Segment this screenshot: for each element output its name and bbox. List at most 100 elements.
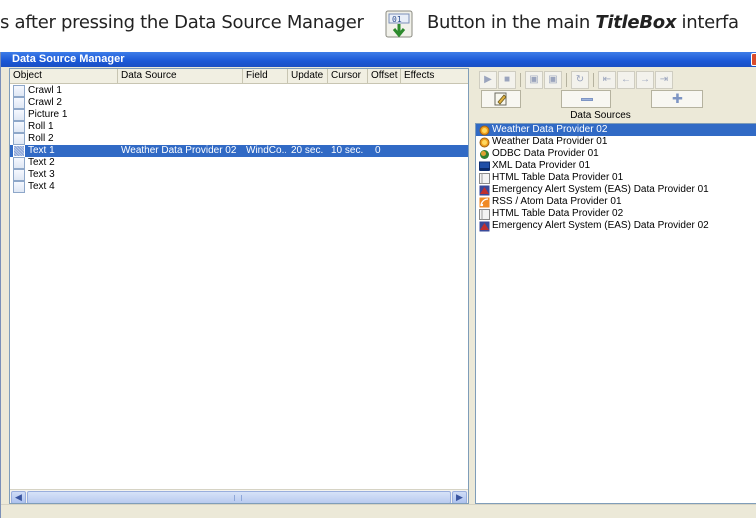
data-source-label: HTML Table Data Provider 01 <box>492 172 624 183</box>
data-source-item[interactable]: Emergency Alert System (EAS) Data Provid… <box>476 184 756 196</box>
data-source-item[interactable]: ODBC Data Provider 01 <box>476 148 756 160</box>
last-icon[interactable]: ⇥ <box>655 71 673 89</box>
data-source-manager-window: Data Source Manager Object Data Source F… <box>0 52 756 518</box>
html-table-icon <box>479 209 490 220</box>
row-checkbox[interactable] <box>13 145 25 157</box>
window-titlebar[interactable]: Data Source Manager <box>1 52 756 67</box>
scroll-right-icon[interactable]: ▶ <box>452 491 467 503</box>
data-source-label: RSS / Atom Data Provider 01 <box>492 196 622 207</box>
previous-icon[interactable]: ← <box>617 71 635 89</box>
data-sources-pane: ▶ ■ ▣ ▣ ↻ ⇤ ← → ⇥ ✚ Data Sources Weather… <box>473 68 756 504</box>
column-header-data-source[interactable]: Data Source <box>118 69 243 84</box>
table-row[interactable]: Text 2 <box>10 157 468 169</box>
caption-text-end: Button in the main TitleBox interfa <box>427 12 739 33</box>
cell-object: Roll 2 <box>28 133 54 144</box>
row-checkbox[interactable] <box>13 85 25 97</box>
table-row[interactable]: Crawl 2 <box>10 97 468 109</box>
data-source-item[interactable]: Emergency Alert System (EAS) Data Provid… <box>476 220 756 232</box>
objects-table: Object Data Source Field Update Cursor O… <box>9 68 469 504</box>
next-icon[interactable]: → <box>636 71 654 89</box>
minus-icon <box>581 98 593 101</box>
alert-icon <box>479 185 490 196</box>
column-header-cursor[interactable]: Cursor <box>328 69 368 84</box>
row-checkbox[interactable] <box>13 157 25 169</box>
cell-field: WindCo... <box>246 145 286 156</box>
data-source-manager-icon: 01 <box>385 10 413 38</box>
toolbar-separator <box>520 73 521 87</box>
first-icon[interactable]: ⇤ <box>598 71 616 89</box>
row-checkbox[interactable] <box>13 97 25 109</box>
scroll-grip <box>234 495 242 501</box>
table-row[interactable]: Text 4 <box>10 181 468 193</box>
cell-object: Picture 1 <box>28 109 68 120</box>
table-header: Object Data Source Field Update Cursor O… <box>10 69 468 84</box>
status-bar <box>1 504 756 518</box>
play-icon[interactable]: ▶ <box>479 71 497 89</box>
caption-text-start: s after pressing the Data Source Manager <box>0 12 364 33</box>
table-row[interactable]: Text 3 <box>10 169 468 181</box>
add-source-button[interactable]: ✚ <box>651 90 703 108</box>
column-header-field[interactable]: Field <box>243 69 288 84</box>
data-source-item[interactable]: RSS / Atom Data Provider 01 <box>476 196 756 208</box>
cell-cursor: 10 sec. <box>331 145 364 156</box>
row-checkbox[interactable] <box>13 133 25 145</box>
data-source-label: Weather Data Provider 01 <box>492 136 608 147</box>
cell-object: Crawl 2 <box>28 97 62 108</box>
table-row[interactable]: Roll 1 <box>10 121 468 133</box>
column-header-update[interactable]: Update <box>288 69 328 84</box>
html-table-icon <box>479 173 490 184</box>
table-row[interactable]: Picture 1 <box>10 109 468 121</box>
database-icon <box>480 150 489 159</box>
remove-source-button[interactable] <box>561 90 611 108</box>
column-header-object[interactable]: Object <box>10 69 118 84</box>
table-row[interactable]: Crawl 1 <box>10 85 468 97</box>
data-sources-list: Weather Data Provider 02 Weather Data Pro… <box>475 123 756 504</box>
column-header-offset[interactable]: Offset <box>368 69 401 84</box>
data-source-label: Emergency Alert System (EAS) Data Provid… <box>492 220 709 231</box>
toolbar-separator <box>593 73 594 87</box>
row-checkbox[interactable] <box>13 109 25 121</box>
cell-object: Text 4 <box>28 181 55 192</box>
data-source-label: Weather Data Provider 02 <box>492 124 608 135</box>
stop-icon[interactable]: ■ <box>498 71 516 89</box>
table-row[interactable]: Roll 2 <box>10 133 468 145</box>
cell-object: Crawl 1 <box>28 85 62 96</box>
cell-data-source: Weather Data Provider 02 <box>121 145 237 156</box>
cell-object: Text 3 <box>28 169 55 180</box>
weather-icon <box>479 137 490 148</box>
data-source-item[interactable]: XML Data Provider 01 <box>476 160 756 172</box>
column-header-effects[interactable]: Effects <box>401 69 468 84</box>
cell-object: Text 1 <box>28 145 55 156</box>
link-icon[interactable]: ▣ <box>525 71 543 89</box>
plus-icon: ✚ <box>672 91 683 106</box>
table-row[interactable]: Text 1 Weather Data Provider 02 WindCo... 2… <box>10 145 468 157</box>
instruction-caption: s after pressing the Data Source Manager… <box>0 0 756 50</box>
row-checkbox[interactable] <box>13 169 25 181</box>
weather-icon <box>479 125 490 136</box>
data-source-label: Emergency Alert System (EAS) Data Provid… <box>492 184 709 195</box>
cell-object: Text 2 <box>28 157 55 168</box>
cell-offset: 0 <box>375 145 381 156</box>
refresh-icon[interactable]: ↻ <box>571 71 589 89</box>
data-source-item[interactable]: Weather Data Provider 02 <box>476 124 756 136</box>
data-source-label: HTML Table Data Provider 02 <box>492 208 624 219</box>
window-title: Data Source Manager <box>12 53 125 65</box>
data-source-item[interactable]: HTML Table Data Provider 02 <box>476 208 756 220</box>
scroll-thumb[interactable] <box>27 491 451 503</box>
playback-toolbar: ▶ ■ ▣ ▣ ↻ ⇤ ← → ⇥ <box>479 71 756 89</box>
cell-object: Roll 1 <box>28 121 54 132</box>
data-source-item[interactable]: Weather Data Provider 01 <box>476 136 756 148</box>
data-source-label: XML Data Provider 01 <box>492 160 591 171</box>
edit-source-button[interactable] <box>481 90 521 108</box>
close-icon[interactable] <box>751 53 756 66</box>
row-checkbox[interactable] <box>13 121 25 133</box>
horizontal-scrollbar[interactable]: ◀ ▶ <box>10 489 468 503</box>
row-checkbox[interactable] <box>13 181 25 193</box>
unlink-icon[interactable]: ▣ <box>544 71 562 89</box>
alert-icon <box>479 221 490 232</box>
scroll-left-icon[interactable]: ◀ <box>11 491 26 503</box>
data-source-item[interactable]: HTML Table Data Provider 01 <box>476 172 756 184</box>
svg-text:01: 01 <box>392 15 402 24</box>
data-sources-label: Data Sources <box>570 110 631 121</box>
data-source-label: ODBC Data Provider 01 <box>492 148 599 159</box>
